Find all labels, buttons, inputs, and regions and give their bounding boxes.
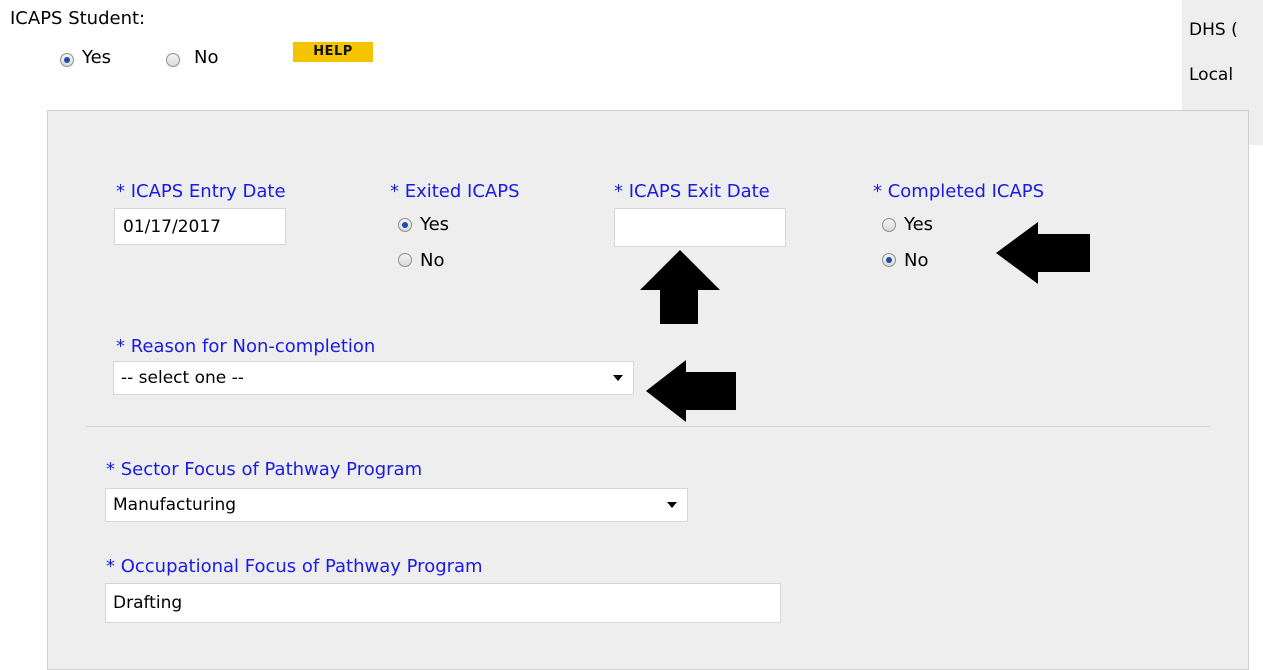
occupational-input[interactable]: Drafting [105, 583, 781, 623]
side-panel-line2: Local [1189, 65, 1234, 85]
side-panel-line1: DHS ( [1189, 20, 1238, 40]
completed-yes-radio[interactable] [882, 218, 896, 232]
exited-yes-radio[interactable] [398, 218, 412, 232]
reason-label: * Reason for Non-completion [116, 336, 376, 357]
entry-date-input[interactable]: 01/17/2017 [114, 208, 286, 245]
arrow-left-annotation-icon [996, 222, 1090, 284]
completed-icaps-label: * Completed ICAPS [873, 181, 1045, 202]
exited-no-label[interactable]: No [420, 250, 444, 271]
icaps-student-no-label[interactable]: No [194, 47, 218, 68]
help-button[interactable]: HELP [293, 42, 373, 62]
occupational-label: * Occupational Focus of Pathway Program [106, 556, 483, 577]
entry-date-label: * ICAPS Entry Date [116, 181, 286, 202]
completed-no-label[interactable]: No [904, 250, 928, 271]
sector-select-value: Manufacturing [113, 495, 237, 515]
exit-date-input[interactable] [614, 208, 786, 247]
sector-select[interactable]: Manufacturing [105, 488, 688, 522]
sector-label: * Sector Focus of Pathway Program [106, 459, 423, 480]
chevron-down-icon [613, 375, 623, 381]
chevron-down-icon [667, 502, 677, 508]
completed-no-radio[interactable] [882, 253, 896, 267]
icaps-student-yes-label[interactable]: Yes [82, 47, 111, 68]
icaps-student-yes-radio[interactable] [60, 53, 74, 67]
reason-select-value: -- select one -- [121, 368, 244, 388]
exited-yes-label[interactable]: Yes [420, 214, 449, 235]
icaps-student-label: ICAPS Student: [10, 8, 146, 29]
arrow-up-annotation-icon [640, 250, 720, 324]
exited-icaps-label: * Exited ICAPS [390, 181, 520, 202]
reason-select[interactable]: -- select one -- [113, 361, 634, 395]
exited-no-radio[interactable] [398, 253, 412, 267]
section-divider [86, 426, 1210, 427]
icaps-student-no-radio[interactable] [166, 53, 180, 67]
arrow-left-annotation-icon [646, 360, 736, 422]
exit-date-label: * ICAPS Exit Date [614, 181, 770, 202]
completed-yes-label[interactable]: Yes [904, 214, 933, 235]
